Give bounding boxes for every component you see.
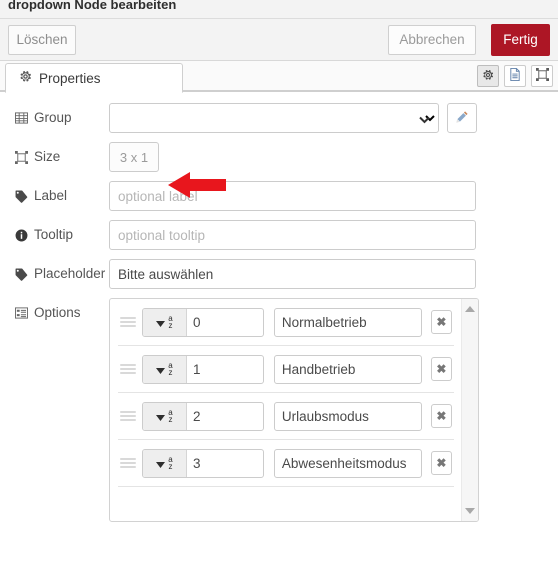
tooltip-input[interactable]: [109, 220, 476, 250]
option-label-input[interactable]: [273, 448, 422, 478]
form-row-placeholder: Placeholder: [0, 259, 558, 289]
size-label: Size: [14, 142, 109, 172]
group-select-wrap: [109, 103, 439, 133]
gear-icon-button[interactable]: [477, 65, 499, 87]
tab-tool-icon-group: [477, 65, 553, 87]
option-value-input[interactable]: [187, 355, 263, 383]
option-remove-button[interactable]: ✖: [430, 357, 452, 381]
option-type-selector[interactable]: az: [143, 402, 187, 430]
caret-down-icon: [156, 456, 166, 471]
option-type-selector[interactable]: az: [143, 308, 187, 336]
drag-handle-icon[interactable]: [120, 317, 136, 327]
option-remove-button[interactable]: ✖: [430, 310, 452, 334]
tag-icon: [14, 190, 29, 203]
dialog-title: dropdown Node bearbeiten: [8, 0, 177, 12]
placeholder-input[interactable]: [109, 259, 476, 289]
option-value-group: az: [142, 401, 264, 431]
form-row-size: Size 3 x 1: [0, 142, 558, 172]
scroll-up-arrow-icon[interactable]: [462, 301, 478, 317]
group-label: Group: [14, 103, 109, 133]
sort-az-icon: az: [168, 314, 173, 330]
drag-handle-icon[interactable]: [120, 411, 136, 421]
label-field-label: Label: [14, 181, 109, 211]
dialog-toolbar: Löschen Abbrechen Fertig: [0, 19, 558, 61]
close-x-icon: ✖: [436, 315, 447, 329]
option-type-selector[interactable]: az: [143, 449, 187, 477]
options-scrollbar[interactable]: [461, 299, 478, 521]
option-value-input[interactable]: [187, 402, 263, 430]
placeholder-label: Placeholder: [14, 259, 109, 289]
form-row-label: Label: [0, 181, 558, 211]
options-label: Options: [14, 298, 109, 328]
caret-down-icon: [156, 315, 166, 330]
label-field-text: Label: [34, 188, 68, 204]
options-label-text: Options: [34, 305, 81, 321]
document-icon-button[interactable]: [504, 65, 526, 87]
group-label-text: Group: [34, 110, 72, 126]
gear-icon: [482, 69, 494, 84]
option-type-selector[interactable]: az: [143, 355, 187, 383]
label-input[interactable]: [109, 181, 476, 211]
option-remove-button[interactable]: ✖: [430, 451, 452, 475]
sort-az-icon: az: [168, 408, 173, 424]
option-remove-button[interactable]: ✖: [430, 404, 452, 428]
gear-icon: [19, 70, 32, 86]
size-label-text: Size: [34, 149, 61, 165]
document-icon: [509, 68, 521, 84]
caret-down-icon: [156, 409, 166, 424]
form-row-options: Options az ✖ az ✖ az ✖ az ✖: [0, 298, 558, 522]
placeholder-label-text: Placeholder: [34, 266, 106, 282]
properties-form: Group Size 3 x 1 Label optional label To…: [0, 92, 558, 522]
options-list: az ✖ az ✖ az ✖ az ✖: [110, 299, 462, 521]
tooltip-label: Tooltip: [14, 220, 109, 250]
sort-az-icon: az: [168, 455, 173, 471]
resize-frame-icon: [535, 68, 549, 84]
tab-properties-label: Properties: [39, 70, 101, 86]
option-value-group: az: [142, 307, 264, 337]
cancel-button-label: Abbrechen: [399, 32, 465, 48]
option-value-group: az: [142, 354, 264, 384]
close-x-icon: ✖: [436, 362, 447, 376]
option-row: az ✖: [118, 299, 454, 346]
close-x-icon: ✖: [436, 456, 447, 470]
form-row-group: Group: [0, 103, 558, 133]
list-icon: [14, 307, 29, 319]
option-value-group: az: [142, 448, 264, 478]
tab-properties[interactable]: Properties: [5, 63, 183, 93]
option-value-input[interactable]: [187, 449, 263, 477]
option-value-input[interactable]: [187, 308, 263, 336]
tag-icon: [14, 268, 29, 281]
delete-button-label: Löschen: [16, 32, 68, 48]
info-icon: [14, 229, 29, 242]
drag-handle-icon[interactable]: [120, 364, 136, 374]
option-label-input[interactable]: [273, 401, 422, 431]
cancel-button[interactable]: Abbrechen: [388, 25, 476, 55]
option-row: az ✖: [118, 346, 454, 393]
tooltip-label-text: Tooltip: [34, 227, 74, 243]
size-button[interactable]: 3 x 1: [109, 142, 159, 172]
delete-button[interactable]: Löschen: [8, 25, 76, 55]
option-label-input[interactable]: [273, 307, 422, 337]
tab-strip: Properties: [0, 61, 558, 93]
pencil-icon: [455, 110, 469, 127]
group-edit-button[interactable]: [447, 103, 477, 133]
options-panel: az ✖ az ✖ az ✖ az ✖: [109, 298, 479, 522]
scroll-down-arrow-icon[interactable]: [462, 503, 478, 519]
drag-handle-icon[interactable]: [120, 458, 136, 468]
done-button-label: Fertig: [503, 32, 538, 48]
dialog-titlebar: dropdown Node bearbeiten: [0, 0, 558, 19]
option-row: az ✖: [118, 440, 454, 487]
option-row: az ✖: [118, 393, 454, 440]
form-row-tooltip: Tooltip: [0, 220, 558, 250]
table-grid-icon: [14, 112, 29, 124]
caret-down-icon: [156, 362, 166, 377]
resize-frame-icon: [14, 150, 29, 164]
sort-az-icon: az: [168, 361, 173, 377]
done-button[interactable]: Fertig: [491, 24, 550, 56]
option-label-input[interactable]: [273, 354, 422, 384]
resize-frame-icon-button[interactable]: [531, 65, 553, 87]
close-x-icon: ✖: [436, 409, 447, 423]
group-select[interactable]: [109, 103, 439, 133]
